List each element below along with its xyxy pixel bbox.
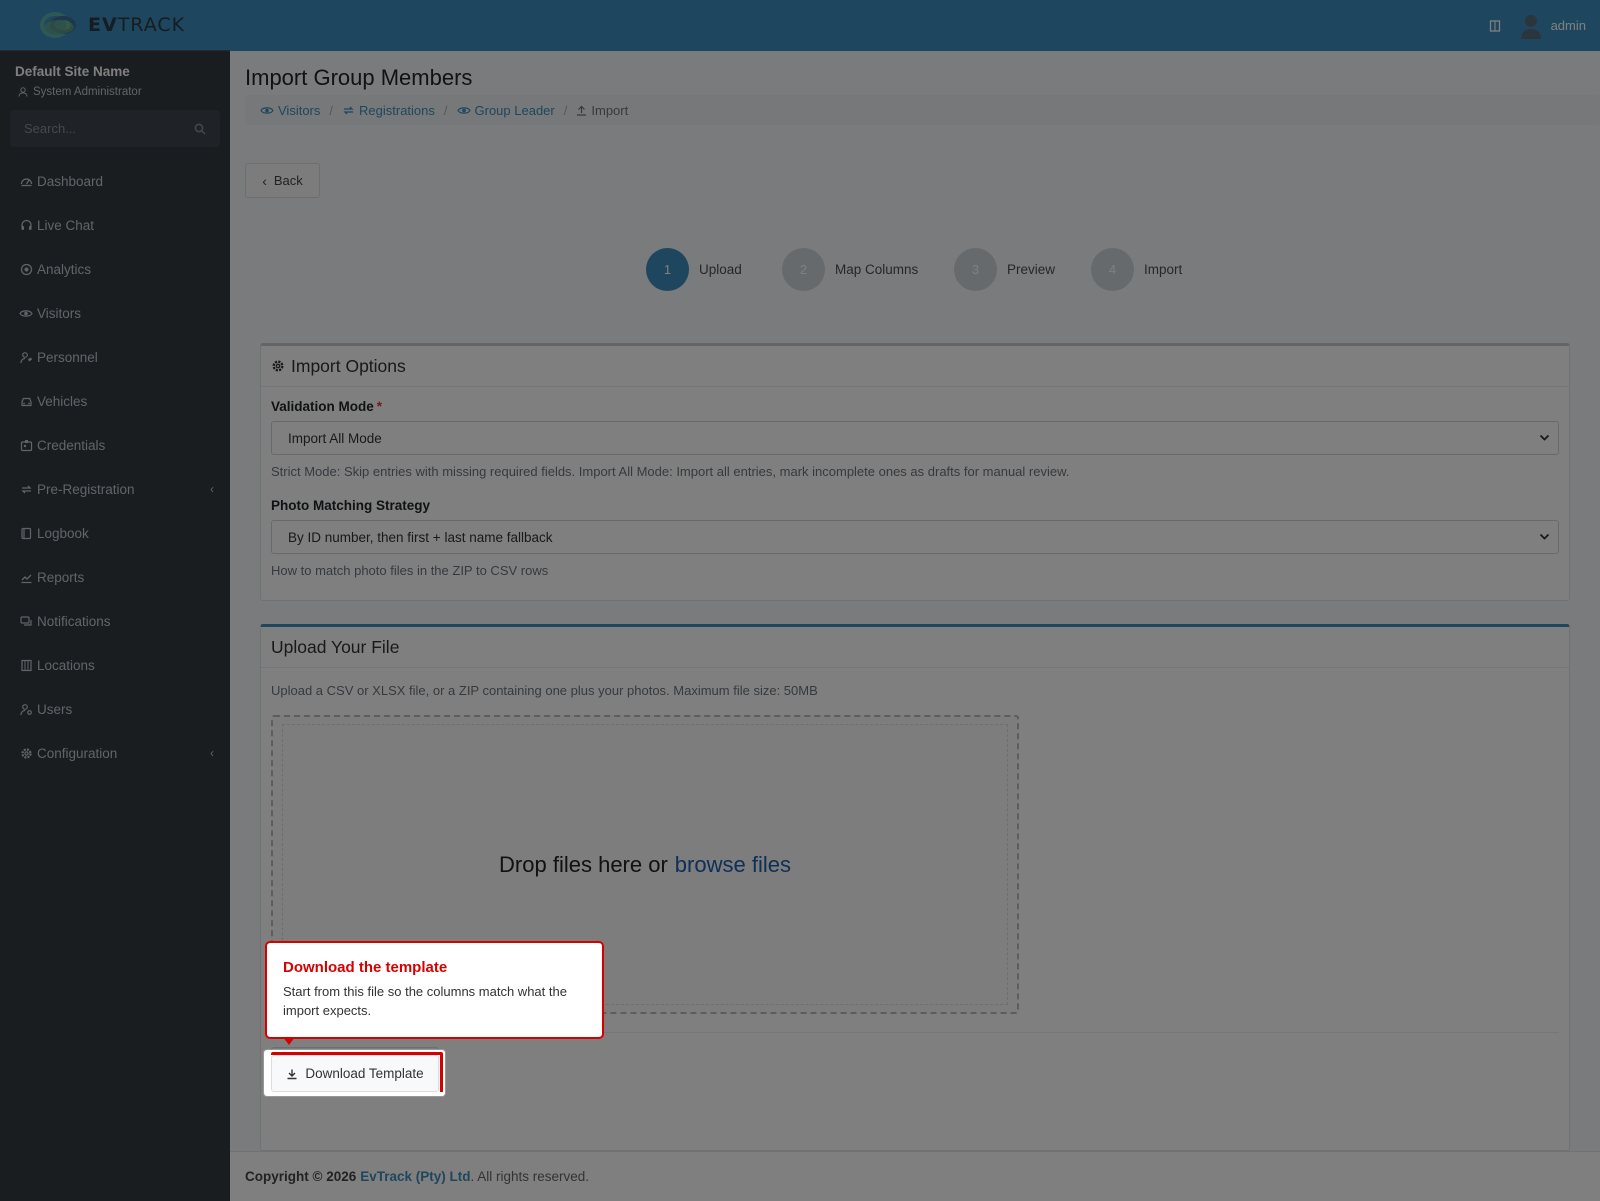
tour-spotlight: Download Template bbox=[264, 1050, 445, 1096]
tooltip-arrow bbox=[283, 1037, 295, 1045]
tour-overlay bbox=[0, 0, 1600, 1201]
download-template-button[interactable]: Download Template bbox=[271, 1055, 439, 1092]
tour-tooltip: Download the template Start from this fi… bbox=[265, 941, 604, 1045]
download-icon bbox=[287, 1069, 297, 1079]
tooltip-text: Start from this file so the columns matc… bbox=[283, 984, 567, 1018]
download-template-label: Download Template bbox=[305, 1066, 424, 1081]
tooltip-title: Download the template bbox=[283, 959, 448, 976]
